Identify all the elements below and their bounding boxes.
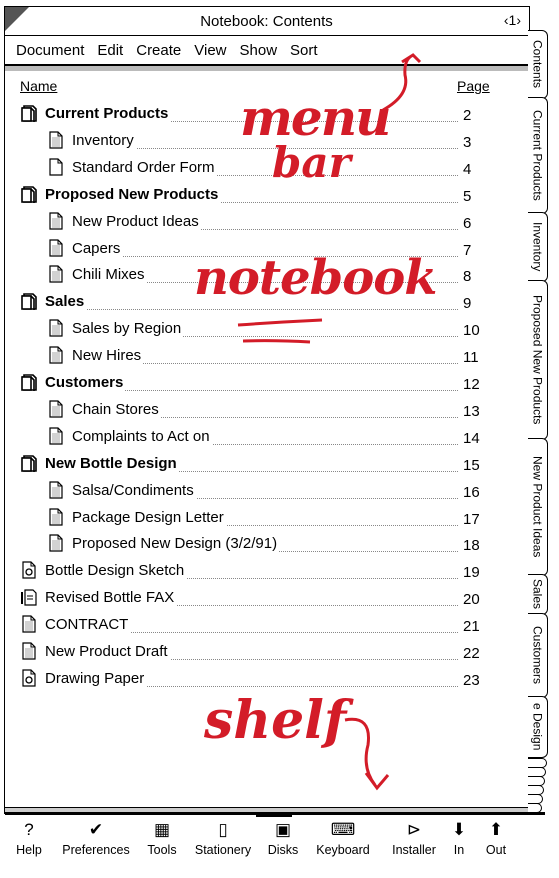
annotation-strokes — [237, 53, 422, 791]
annotation-arrow-down — [344, 717, 390, 791]
annotation-arrow-up — [382, 53, 422, 112]
annotation-underline — [237, 318, 323, 344]
